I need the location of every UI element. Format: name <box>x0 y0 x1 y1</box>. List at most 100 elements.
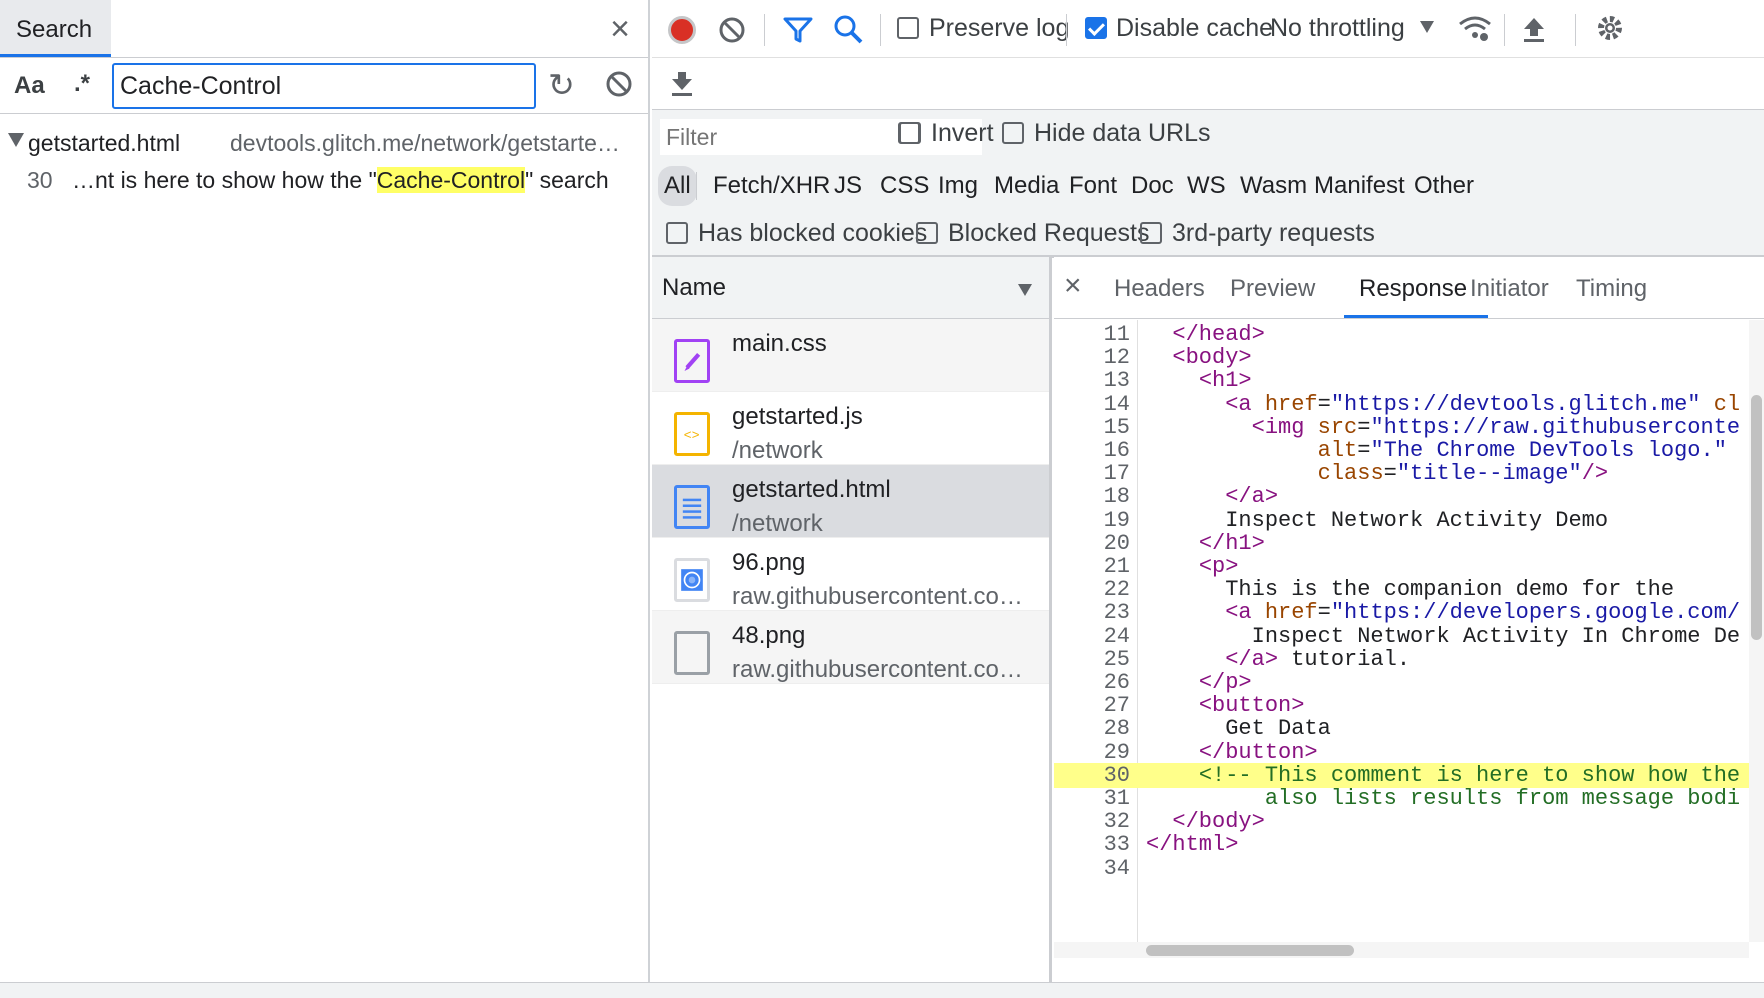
blocked-requests-checkbox[interactable] <box>916 222 938 244</box>
type-filter-css[interactable]: CSS <box>874 166 935 206</box>
divider <box>764 14 765 46</box>
source-line-text: also lists results from message bodi <box>1146 786 1741 811</box>
source-line-text: <!-- This comment is here to show how th… <box>1198 762 1741 788</box>
third-party-requests-checkbox[interactable] <box>1140 222 1162 244</box>
filter-row: Invert Hide data URLs <box>652 110 1764 160</box>
source-line-number: 20 <box>1103 530 1130 556</box>
invert-label: Invert <box>931 119 994 147</box>
search-icon[interactable] <box>832 13 864 45</box>
source-line: 29 </button> <box>1054 740 1749 765</box>
hide-data-urls-checkbox[interactable] <box>1002 122 1024 144</box>
source-line: 25 </a> tutorial. <box>1054 647 1749 672</box>
active-tab-indicator <box>1344 315 1488 318</box>
type-filter-doc[interactable]: Doc <box>1125 166 1180 206</box>
source-line: 11 </head> <box>1054 322 1749 347</box>
source-line-number: 32 <box>1103 809 1130 835</box>
sort-descending-icon[interactable] <box>1018 284 1032 296</box>
network-conditions-icon[interactable] <box>1458 14 1492 44</box>
search-result-line[interactable]: 30 …nt is here to show how the "Cache-Co… <box>0 162 648 198</box>
vertical-scrollbar[interactable] <box>1749 320 1764 942</box>
source-line: 18 </a> <box>1054 484 1749 509</box>
image-placeholder-icon <box>674 631 710 675</box>
type-filter-manifest[interactable]: Manifest <box>1308 166 1411 206</box>
request-path: /network <box>732 437 823 464</box>
source-line-number: 11 <box>1103 322 1130 347</box>
preserve-log-checkbox[interactable] <box>897 17 919 39</box>
request-name: main.css <box>732 330 827 357</box>
name-column-header[interactable]: Name <box>652 257 1049 319</box>
search-panel: Search × Aa .* ↻ getstarted.html devtool… <box>0 0 650 998</box>
search-input[interactable] <box>112 63 536 109</box>
refresh-icon[interactable]: ↻ <box>548 66 575 104</box>
type-filter-font[interactable]: Font <box>1063 166 1123 206</box>
export-har-icon[interactable] <box>668 68 696 98</box>
horizontal-scroll-thumb[interactable] <box>1146 945 1354 956</box>
type-filter-media[interactable]: Media <box>988 166 1065 206</box>
request-path: raw.githubusercontent.co… <box>732 656 1023 683</box>
source-line-text: </head> <box>1172 322 1265 347</box>
preserve-log-label: Preserve log <box>929 14 1070 42</box>
source-line: 23 <a href="https://developers.google.co… <box>1054 600 1749 625</box>
resource-type-filters: All Fetch/XHR JS CSS Img Media Font Doc … <box>652 160 1764 210</box>
vertical-scroll-thumb[interactable] <box>1751 395 1762 640</box>
type-filter-ws[interactable]: WS <box>1181 166 1232 206</box>
type-filter-js[interactable]: JS <box>828 166 868 206</box>
source-line-number: 21 <box>1103 554 1130 579</box>
clear-log-icon[interactable] <box>717 15 747 45</box>
regex-button[interactable]: .* <box>74 70 90 98</box>
tab-response[interactable]: Response <box>1359 275 1467 303</box>
svg-text:<>: <> <box>684 429 700 444</box>
request-name: 48.png <box>732 622 806 649</box>
tab-search[interactable]: Search <box>0 0 111 57</box>
tab-timing[interactable]: Timing <box>1576 275 1647 303</box>
source-line: 19 Inspect Network Activity Demo <box>1054 508 1749 533</box>
disable-cache-checkbox[interactable] <box>1085 17 1107 39</box>
throttling-dropdown-icon[interactable] <box>1420 21 1434 33</box>
request-row-getstarted-html[interactable]: getstarted.html /network <box>652 465 1049 538</box>
type-filter-img[interactable]: Img <box>932 166 984 206</box>
throttling-select[interactable]: No throttling <box>1270 14 1405 43</box>
source-line-number: 34 <box>1103 855 1130 881</box>
source-line-text: <p> <box>1198 554 1239 579</box>
record-button[interactable] <box>668 16 696 44</box>
source-line-text: </a> tutorial. <box>1225 646 1411 672</box>
source-line-text: <button> <box>1198 693 1305 719</box>
response-source-view[interactable]: 11 </head> 12 <body> 13 <h1> 14 <a href="ht… <box>1054 320 1749 942</box>
tab-initiator[interactable]: Initiator <box>1470 275 1549 303</box>
clear-search-icon[interactable] <box>604 69 634 99</box>
source-line-number: 24 <box>1103 623 1130 649</box>
type-filter-all[interactable]: All <box>658 166 697 206</box>
import-har-icon[interactable] <box>1520 14 1548 44</box>
source-line-number: 18 <box>1103 484 1130 510</box>
source-line: 16 alt="The Chrome DevTools logo." <box>1054 438 1749 463</box>
type-filter-fetch-xhr[interactable]: Fetch/XHR <box>707 166 836 206</box>
request-row-main-css[interactable]: main.css <box>652 319 1049 392</box>
source-line: 21 <p> <box>1054 554 1749 579</box>
expand-triangle-icon[interactable] <box>8 133 24 147</box>
type-filter-other[interactable]: Other <box>1408 166 1480 206</box>
request-row-getstarted-js[interactable]: <> getstarted.js /network <box>652 392 1049 465</box>
invert-checkbox[interactable] <box>899 122 921 144</box>
settings-gear-icon[interactable] <box>1594 12 1626 44</box>
close-details-icon[interactable]: × <box>1064 269 1082 303</box>
source-line-number: 28 <box>1103 716 1130 742</box>
has-blocked-cookies-checkbox[interactable] <box>666 222 688 244</box>
close-search-icon[interactable]: × <box>600 10 640 50</box>
horizontal-scrollbar[interactable] <box>1054 942 1749 958</box>
request-path: /network <box>732 510 823 537</box>
search-result-file[interactable]: getstarted.html devtools.glitch.me/netwo… <box>0 125 648 161</box>
type-filter-wasm[interactable]: Wasm <box>1234 166 1313 206</box>
filter-icon[interactable] <box>782 14 814 46</box>
source-line-number: 25 <box>1103 646 1130 672</box>
match-case-button[interactable]: Aa <box>14 72 45 100</box>
source-line-text: <a href="https://developers.google.com/ <box>1225 600 1741 626</box>
source-line-number: 16 <box>1103 438 1130 463</box>
tab-headers[interactable]: Headers <box>1114 275 1205 303</box>
tab-preview[interactable]: Preview <box>1230 275 1315 303</box>
request-name: 96.png <box>732 549 806 576</box>
source-line: 17 class="title--image"/> <box>1054 461 1749 486</box>
request-row-96-png[interactable]: 96.png raw.githubusercontent.co… <box>652 538 1049 611</box>
result-suffix: " search <box>525 167 609 193</box>
divider <box>1575 14 1576 46</box>
request-row-48-png[interactable]: 48.png raw.githubusercontent.co… <box>652 611 1049 684</box>
